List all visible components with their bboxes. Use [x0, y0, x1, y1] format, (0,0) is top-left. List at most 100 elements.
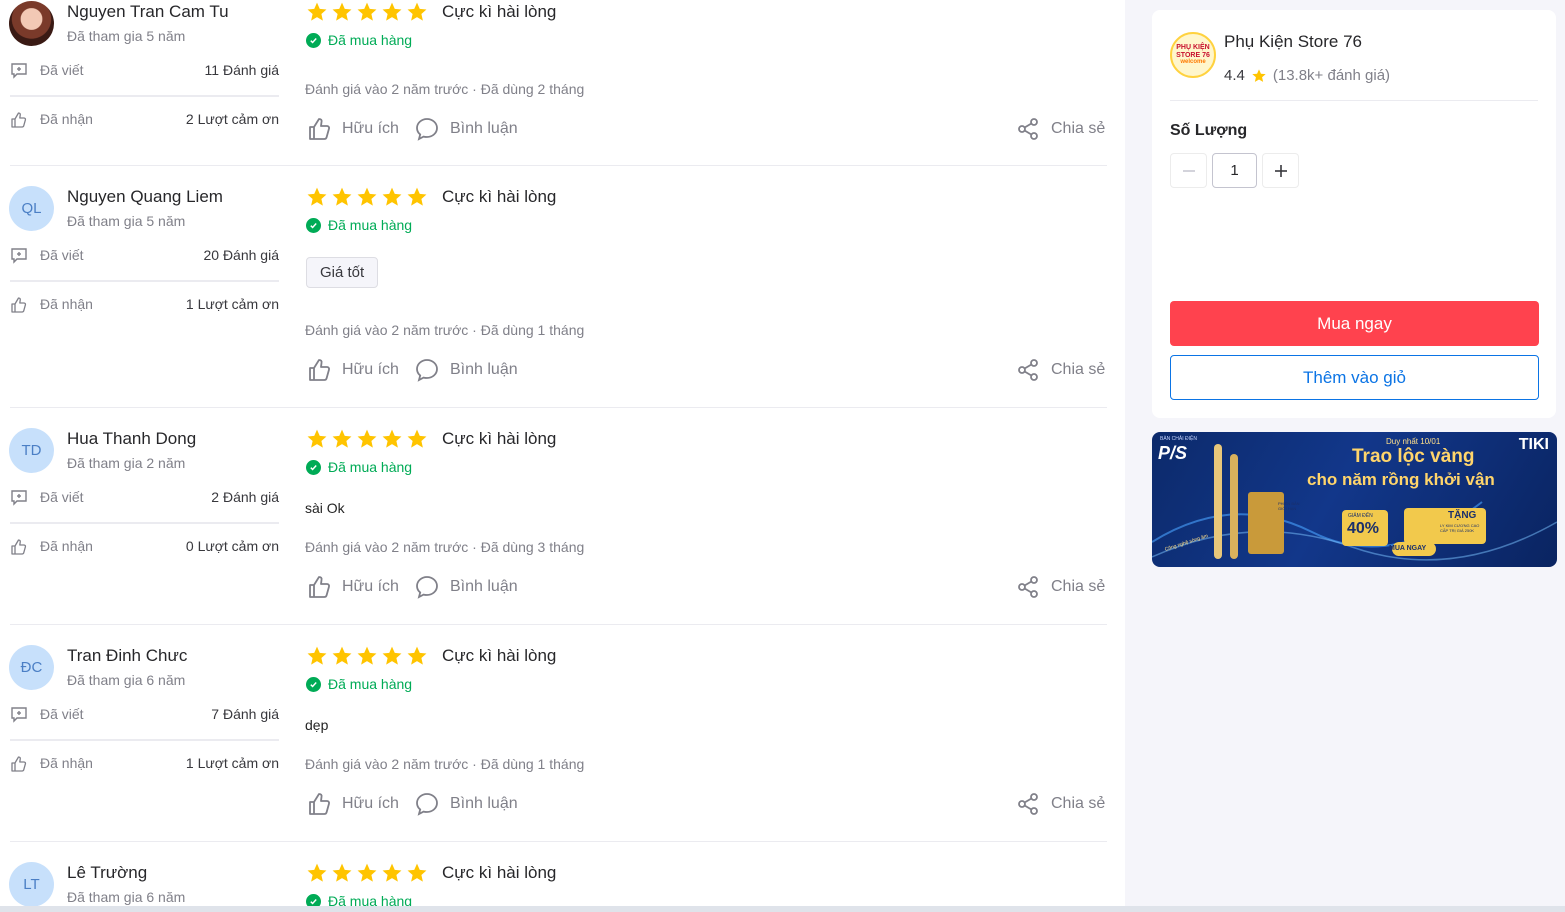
- reviewer-name[interactable]: Hua Thanh Dong: [67, 429, 196, 449]
- share-icon: [1018, 359, 1038, 381]
- stat-written: Đã viết 7 Đánh giá: [10, 705, 279, 725]
- banner-cta[interactable]: MUA NGAY: [1389, 545, 1426, 552]
- star-icon: [307, 646, 327, 665]
- purchased-label: Đã mua hàng: [328, 676, 413, 692]
- comment-button[interactable]: Bình luận: [414, 791, 518, 817]
- reviewer-joined: Đã tham gia 2 năm: [67, 455, 186, 471]
- stat-received: Đã nhận 2 Lượt cảm ơn: [10, 110, 279, 130]
- review-content: dẹp: [305, 717, 329, 733]
- rating-stars: [306, 1, 428, 23]
- stat-received: Đã nhận 1 Lượt cảm ơn: [10, 754, 279, 774]
- avatar[interactable]: LT: [9, 862, 54, 907]
- reviewer-name[interactable]: Nguyen Tran Cam Tu: [67, 2, 229, 22]
- stat-received-label: Đã nhận: [40, 755, 93, 771]
- stat-divider: [10, 95, 279, 97]
- rating-title: Cực kì hài lòng: [442, 187, 557, 206]
- comment-icon: [416, 359, 438, 382]
- quantity-input[interactable]: 1: [1212, 153, 1257, 188]
- star-icon: [382, 187, 402, 206]
- purchased-badge: Đã mua hàng: [306, 459, 412, 475]
- avatar[interactable]: TD: [9, 428, 54, 473]
- share-button[interactable]: Chia sẻ: [1015, 791, 1105, 817]
- share-label: Chia sẻ: [1051, 578, 1106, 595]
- add-to-cart-button[interactable]: Thêm vào giỏ: [1170, 355, 1539, 400]
- comment-button[interactable]: Bình luận: [414, 357, 518, 383]
- avatar[interactable]: [9, 1, 54, 46]
- stat-divider: [10, 522, 279, 524]
- comment-button[interactable]: Bình luận: [414, 116, 518, 142]
- share-button[interactable]: Chia sẻ: [1015, 116, 1105, 142]
- stat-received-value: 2 Lượt cảm ơn: [185, 111, 279, 127]
- store-rating-count: (13.8k+ đánh giá): [1272, 67, 1391, 84]
- thanks-received-icon: [11, 756, 27, 772]
- stat-written-label: Đã viết: [40, 247, 84, 263]
- review-written-icon: [11, 490, 27, 506]
- helpful-button[interactable]: Hữu ích: [306, 791, 399, 817]
- stat-received-value: 1 Lượt cảm ơn: [185, 296, 279, 312]
- horizontal-scrollbar[interactable]: [0, 906, 1565, 912]
- star-icon: [332, 187, 352, 206]
- reviewer-name[interactable]: Lê Trường: [67, 863, 147, 883]
- helpful-button[interactable]: Hữu ích: [306, 574, 399, 600]
- star-icon: [332, 863, 352, 882]
- stat-written-label: Đã viết: [40, 489, 84, 505]
- helpful-button[interactable]: Hữu ích: [306, 116, 399, 142]
- buy-now-button[interactable]: Mua ngay: [1170, 301, 1539, 346]
- star-icon: [307, 863, 327, 882]
- promo-banner[interactable]: BÀN CHẢI ĐIỆN P/S Duy nhất 10/01 TIKI Tr…: [1152, 432, 1557, 567]
- reviews-list: Nguyen Tran Cam Tu Đã tham gia 5 năm Đã vi…: [0, 0, 1125, 912]
- star-icon: [307, 187, 327, 206]
- quantity-decrease-button[interactable]: [1170, 153, 1207, 188]
- rating-stars: [306, 186, 428, 208]
- share-button[interactable]: Chia sẻ: [1015, 574, 1105, 600]
- store-rating-value: 4.4: [1224, 67, 1245, 84]
- check-circle-icon: [306, 676, 321, 692]
- star-icon: [382, 2, 402, 21]
- reviewer-name[interactable]: Nguyen Quang Liem: [67, 187, 223, 207]
- helpful-label: Hữu ích: [342, 361, 399, 378]
- store-logo[interactable]: PHỤ KIỆN STORE 76 welcome: [1170, 32, 1216, 78]
- share-button[interactable]: Chia sẻ: [1015, 357, 1105, 383]
- review-meta: Đánh giá vào 2 năm trước · Đã dùng 3 thá…: [305, 539, 585, 555]
- star-icon: [407, 646, 427, 665]
- thanks-received-icon: [11, 112, 27, 128]
- stat-received-label: Đã nhận: [40, 111, 93, 127]
- quantity-increase-button[interactable]: [1262, 153, 1299, 188]
- thumbs-up-icon: [309, 576, 330, 598]
- avatar[interactable]: ĐC: [9, 645, 54, 690]
- banner-brand-tag: BÀN CHẢI ĐIỆN: [1160, 436, 1197, 442]
- comment-icon: [416, 118, 438, 141]
- star-icon: [382, 646, 402, 665]
- share-icon: [1018, 576, 1038, 598]
- quantity-label: Số Lượng: [1170, 122, 1248, 139]
- reviewer-joined: Đã tham gia 5 năm: [67, 28, 186, 44]
- star-icon: [1252, 68, 1266, 82]
- thanks-received-icon: [11, 297, 27, 313]
- purchased-label: Đã mua hàng: [328, 217, 413, 233]
- star-icon: [382, 429, 402, 448]
- store-name[interactable]: Phụ Kiện Store 76: [1224, 32, 1362, 52]
- stat-written: Đã viết 2 Đánh giá: [10, 488, 279, 508]
- review-divider: [10, 624, 1107, 625]
- reviewer-name[interactable]: Tran Đinh Chưc: [67, 646, 187, 666]
- comment-button[interactable]: Bình luận: [414, 574, 518, 600]
- rating-title: Cực kì hài lòng: [442, 863, 557, 882]
- helpful-button[interactable]: Hữu ích: [306, 357, 399, 383]
- purchased-badge: Đã mua hàng: [306, 32, 412, 48]
- stat-written-label: Đã viết: [40, 62, 84, 78]
- rating-stars: [306, 428, 428, 450]
- helpful-label: Hữu ích: [342, 578, 399, 595]
- comment-icon: [416, 576, 438, 599]
- purchased-label: Đã mua hàng: [328, 32, 413, 48]
- star-icon: [332, 646, 352, 665]
- comment-label: Bình luận: [450, 361, 518, 378]
- avatar[interactable]: QL: [9, 186, 54, 231]
- check-circle-icon: [306, 459, 321, 475]
- store-logo-line-3: welcome: [1180, 59, 1206, 66]
- star-icon: [407, 863, 427, 882]
- reviewer-joined: Đã tham gia 6 năm: [67, 672, 186, 688]
- banner-brand: P/S: [1158, 443, 1188, 463]
- star-icon: [332, 2, 352, 21]
- star-icon: [357, 863, 377, 882]
- comment-label: Bình luận: [450, 120, 518, 137]
